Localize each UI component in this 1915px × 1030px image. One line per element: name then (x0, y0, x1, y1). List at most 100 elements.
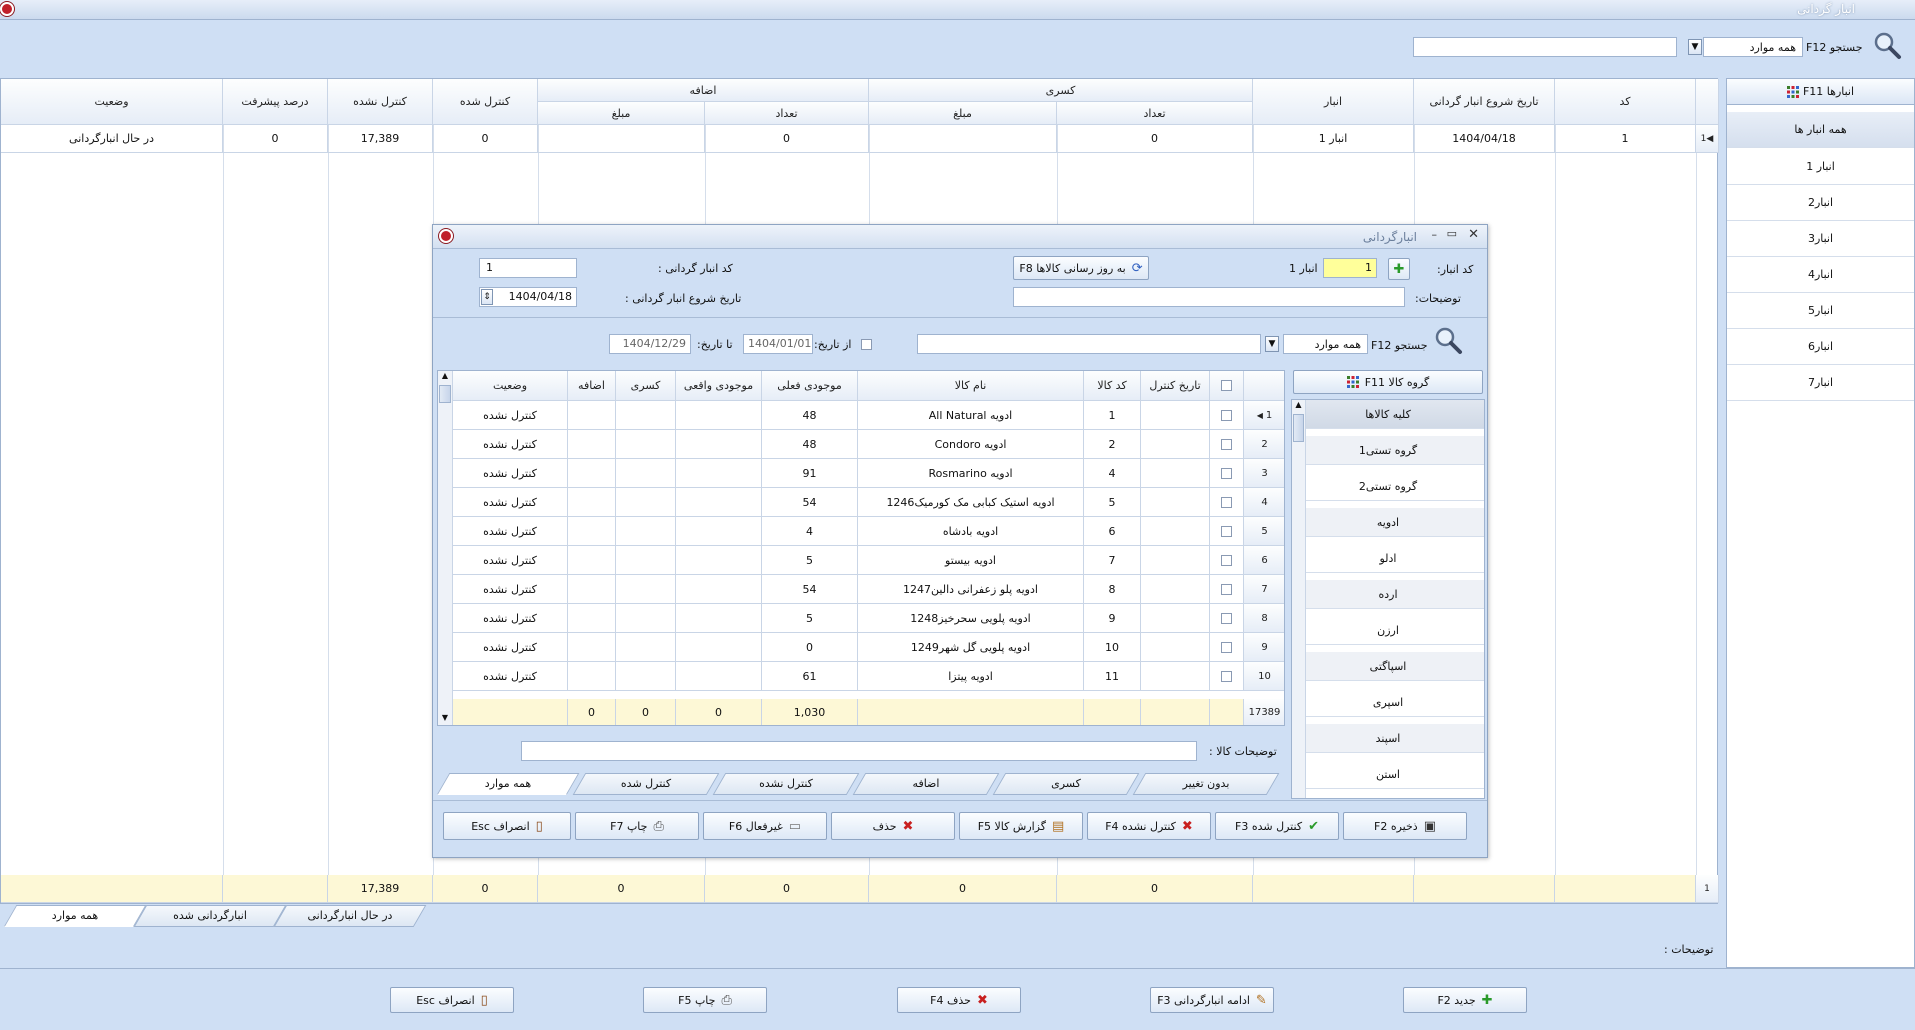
group-item[interactable]: گروه تستی1 (1292, 436, 1484, 465)
dialog-delete-button[interactable]: ✖ حذف (831, 812, 955, 840)
search-input[interactable] (1413, 37, 1677, 57)
item-actual-stock[interactable] (676, 575, 762, 604)
dialog-app-icon[interactable] (439, 229, 453, 243)
item-actual-stock[interactable] (676, 604, 762, 633)
header-control-date[interactable]: تاریخ کنترل (1141, 371, 1210, 401)
item-current-stock[interactable]: 54 (762, 575, 858, 604)
update-items-button[interactable]: ⟳ به روز رسانی کالاها F8 (1013, 256, 1149, 280)
row-progress[interactable]: 0 (223, 125, 328, 153)
sidebar-item-warehouse-7[interactable]: انبار7 (1727, 365, 1914, 401)
item-description-input[interactable] (521, 741, 1197, 761)
item-current-stock[interactable]: 91 (762, 459, 858, 488)
minimize-icon[interactable]: – (1432, 228, 1438, 241)
row-start-date[interactable]: 1404/04/18 (1414, 125, 1555, 153)
group-header[interactable]: گروه کالا F11 (1293, 370, 1483, 394)
app-icon[interactable] (0, 2, 14, 16)
item-control-date[interactable] (1141, 401, 1210, 430)
sidebar-item-warehouse-5[interactable]: انبار5 (1727, 293, 1914, 329)
dialog-filter-dropdown-button[interactable]: ▼ (1265, 336, 1279, 352)
item-status[interactable]: کنترل نشده (453, 401, 568, 430)
item-report-button[interactable]: ▤ گزارش کالا F5 (959, 812, 1083, 840)
item-surplus[interactable] (568, 633, 616, 662)
item-current-stock[interactable]: 54 (762, 488, 858, 517)
item-code[interactable]: 9 (1084, 604, 1141, 633)
item-current-stock[interactable]: 5 (762, 546, 858, 575)
tab-in-progress[interactable]: در حال انبارگردانی (273, 905, 427, 927)
header-item-status[interactable]: وضعیت (453, 371, 568, 401)
item-actual-stock[interactable] (676, 633, 762, 662)
maximize-icon[interactable]: ▭ (1447, 227, 1457, 240)
item-actual-stock[interactable] (676, 459, 762, 488)
item-select-cell[interactable] (1210, 604, 1244, 633)
item-code[interactable]: 4 (1084, 459, 1141, 488)
header-deficit-amount[interactable]: مبلغ (869, 102, 1057, 125)
item-control-date[interactable] (1141, 575, 1210, 604)
row-code[interactable]: 1 (1555, 125, 1696, 153)
row-surplus-count[interactable]: 0 (705, 125, 869, 153)
item-select-checkbox[interactable] (1221, 496, 1232, 508)
tab-surplus[interactable]: اضافه (852, 773, 1000, 795)
item-code[interactable]: 8 (1084, 575, 1141, 604)
item-deficit[interactable] (616, 430, 676, 459)
sidebar-item-warehouse-4[interactable]: انبار4 (1727, 257, 1914, 293)
item-deficit[interactable] (616, 575, 676, 604)
item-control-date[interactable] (1141, 604, 1210, 633)
item-name[interactable]: ادویه Condoro (858, 430, 1084, 459)
item-control-date[interactable] (1141, 430, 1210, 459)
header-start-date[interactable]: تاریخ شروع انبار گردانی (1414, 79, 1555, 125)
scroll-up-icon[interactable]: ▲ (1292, 400, 1305, 414)
item-status[interactable]: کنترل نشده (453, 517, 568, 546)
start-date-input[interactable]: 1404/04/18 (479, 287, 577, 307)
item-code[interactable]: 1 (1084, 401, 1141, 430)
search-filter-select[interactable]: همه موارد (1703, 37, 1803, 57)
item-actual-stock[interactable] (676, 401, 762, 430)
sidebar-item-all-warehouses[interactable]: همه انبار ها (1727, 112, 1914, 148)
group-item[interactable]: ارده (1292, 580, 1484, 609)
sidebar-item-warehouse-1[interactable]: انبار 1 (1727, 149, 1914, 185)
header-code[interactable]: کد (1555, 79, 1696, 125)
scroll-thumb[interactable] (439, 385, 451, 403)
item-current-stock[interactable]: 48 (762, 430, 858, 459)
dialog-save-button[interactable]: ▣ ذخیره F2 (1343, 812, 1467, 840)
tab-deficit[interactable]: کسری (992, 773, 1140, 795)
items-scrollbar[interactable]: ▲ ▼ (438, 371, 453, 725)
item-current-stock[interactable]: 61 (762, 662, 858, 691)
delete-button[interactable]: ✖ حذف F4 (897, 987, 1021, 1013)
item-select-cell[interactable] (1210, 401, 1244, 430)
item-deficit[interactable] (616, 633, 676, 662)
item-select-checkbox[interactable] (1221, 409, 1232, 421)
item-select-checkbox[interactable] (1221, 438, 1232, 450)
item-select-checkbox[interactable] (1221, 612, 1232, 624)
item-select-cell[interactable] (1210, 459, 1244, 488)
item-select-checkbox[interactable] (1221, 467, 1232, 479)
item-select-cell[interactable] (1210, 633, 1244, 662)
item-status[interactable]: کنترل نشده (453, 662, 568, 691)
item-code[interactable]: 6 (1084, 517, 1141, 546)
select-all-checkbox[interactable] (1221, 380, 1232, 391)
cancel-button[interactable]: ▯ انصراف Esc (390, 987, 514, 1013)
header-select-all[interactable] (1210, 371, 1244, 401)
mark-not-controlled-button[interactable]: ✖ کنترل نشده F4 (1087, 812, 1211, 840)
item-select-checkbox[interactable] (1221, 525, 1232, 537)
header-not-controlled[interactable]: کنترل نشده (328, 79, 433, 125)
item-name[interactable]: ادویه پیتزا (858, 662, 1084, 691)
group-list-scrollbar[interactable]: ▲ (1292, 400, 1306, 798)
item-status[interactable]: کنترل نشده (453, 459, 568, 488)
item-control-date[interactable] (1141, 633, 1210, 662)
item-status[interactable]: کنترل نشده (453, 430, 568, 459)
item-deficit[interactable] (616, 546, 676, 575)
item-current-stock[interactable]: 4 (762, 517, 858, 546)
item-deficit[interactable] (616, 401, 676, 430)
item-control-date[interactable] (1141, 459, 1210, 488)
item-name[interactable]: ادویه استیک کبابی مک کورمیک1246 (858, 488, 1084, 517)
item-actual-stock[interactable] (676, 517, 762, 546)
item-control-date[interactable] (1141, 488, 1210, 517)
sidebar-item-warehouse-2[interactable]: انبار2 (1727, 185, 1914, 221)
item-code[interactable]: 7 (1084, 546, 1141, 575)
item-control-date[interactable] (1141, 662, 1210, 691)
header-item-surplus[interactable]: اضافه (568, 371, 616, 401)
header-current-stock[interactable]: موجودی فعلی (762, 371, 858, 401)
group-item[interactable]: ادلو (1292, 544, 1484, 573)
item-actual-stock[interactable] (676, 662, 762, 691)
header-deficit-count[interactable]: تعداد (1057, 102, 1253, 125)
